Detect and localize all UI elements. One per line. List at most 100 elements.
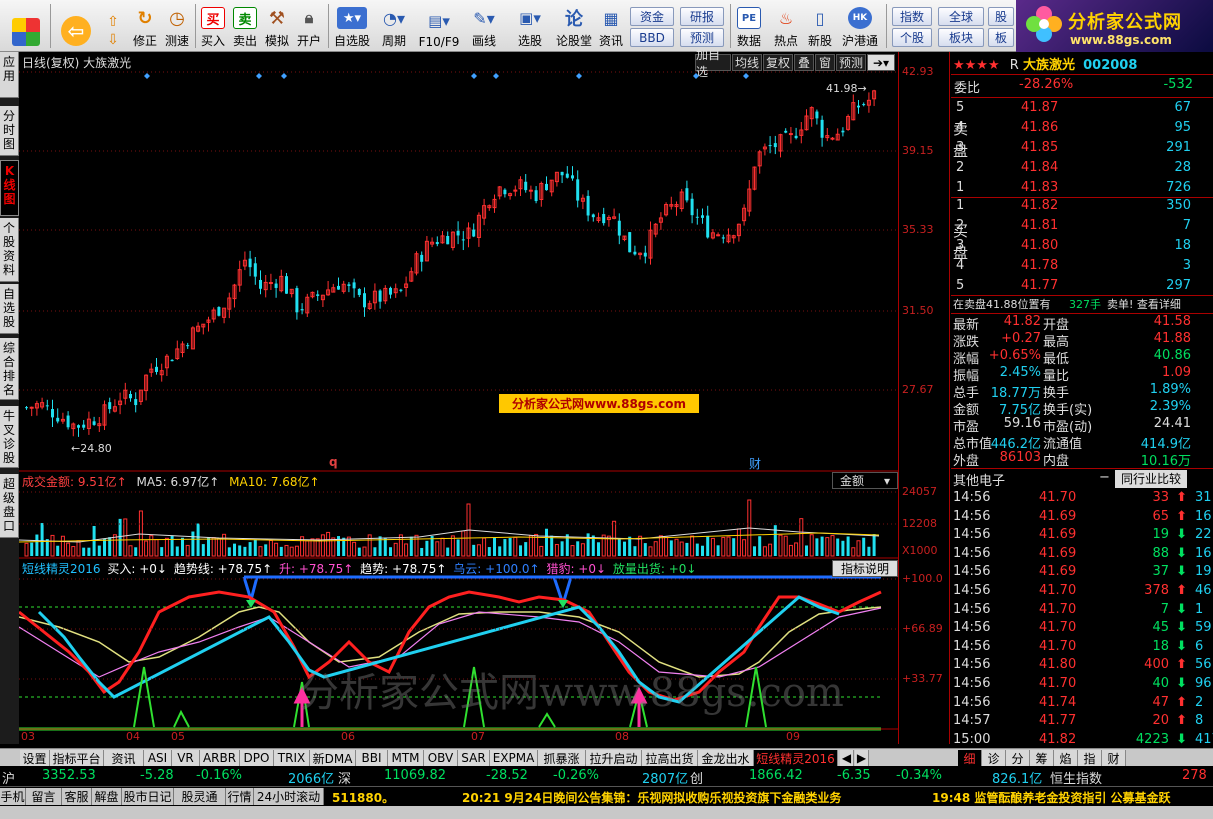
f10-button[interactable]: ▤▾ F10/F9 — [416, 3, 462, 49]
forecast-button[interactable]: 预测 — [680, 28, 724, 47]
quote-tab-0[interactable]: 细 — [958, 750, 982, 766]
tick-row[interactable]: 14:56 41.80 400 ⬆ — [951, 657, 1191, 676]
hotspot-button[interactable]: ♨ 热点 — [769, 3, 803, 49]
indicator-tab[interactable]: 短线精灵2016 — [754, 750, 838, 766]
scroll-left-icon[interactable]: ◀ — [840, 750, 854, 766]
tab-diagnosis[interactable]: 牛叉诊股 — [0, 406, 19, 468]
indicator-tab[interactable]: BBI — [356, 750, 388, 766]
volume-bar — [181, 537, 184, 556]
news-headline-1[interactable]: 20:21 9月24日晚间公告集锦：乐视网拟收购乐视投资旗下金融类业务 — [462, 789, 841, 806]
stock-picker-button[interactable]: ▣▾ 选股 — [508, 3, 552, 49]
news-button[interactable]: ▦ 资讯 — [596, 3, 626, 49]
status-button[interactable]: 手机 — [0, 788, 26, 805]
forum-button[interactable]: 论 论股堂 — [554, 3, 594, 49]
tab-super-quote[interactable]: 超级盘口 — [0, 474, 19, 538]
tick-row[interactable]: 14:57 41.77 20 ⬆ — [951, 713, 1191, 732]
tick-row[interactable]: 14:56 41.70 7 ⬇ — [951, 602, 1191, 621]
sector-button[interactable]: 板块 — [938, 28, 984, 47]
status-button[interactable]: 24小时滚动 — [254, 788, 324, 805]
indicator-tab[interactable]: 金龙出水 — [698, 750, 754, 766]
indicator-tab[interactable]: 资讯 — [104, 750, 144, 766]
tab-apps[interactable]: 应用 — [0, 52, 19, 98]
app-menu-button[interactable] — [6, 3, 46, 49]
simulate-button[interactable]: ⚒ 模拟 — [262, 3, 292, 49]
status-code[interactable]: 511880。 — [332, 789, 394, 806]
status-button[interactable]: 股灵通 — [174, 788, 226, 805]
tick-row[interactable]: 14:56 41.69 65 ⬆ — [951, 509, 1191, 528]
indicator-tab[interactable]: OBV — [424, 750, 458, 766]
quote-tab-5[interactable]: 指 — [1078, 750, 1102, 766]
sell-button[interactable]: 卖 卖出 — [230, 3, 260, 49]
stock-button[interactable]: 股 — [988, 7, 1014, 26]
tick-row[interactable]: 14:56 41.70 33 ⬆ — [951, 490, 1191, 509]
indicator-tab[interactable]: TRIX — [274, 750, 310, 766]
tab-kline[interactable]: K线图 — [0, 160, 19, 216]
status-button[interactable]: 行情 — [226, 788, 254, 805]
buy-button[interactable]: 买 买入 — [198, 3, 228, 49]
indicator-tab[interactable]: 拉高出货 — [642, 750, 698, 766]
indicator-tab[interactable]: 指标平台 — [50, 750, 104, 766]
quote-tab-6[interactable]: 财 — [1102, 750, 1126, 766]
indicator-tab[interactable]: VR — [172, 750, 200, 766]
news-headline-2[interactable]: 19:48 监管酝酿养老金投资指引 公募基金跃 — [932, 789, 1171, 806]
bbd-button[interactable]: BBD — [630, 28, 674, 47]
ipo-button[interactable]: ▯ 新股 — [805, 3, 835, 49]
tick-row[interactable]: 14:56 41.70 45 ⬇ — [951, 620, 1191, 639]
speed-test-button[interactable]: ◷ 测速 — [162, 3, 192, 49]
tab-stock-profile[interactable]: 个股资料 — [0, 218, 19, 282]
data-button[interactable]: PE 数据 — [734, 3, 764, 49]
board-button[interactable]: 板 — [988, 28, 1014, 47]
candle-body — [794, 135, 798, 139]
open-account-button[interactable]: 🔒︎ 开户 — [294, 3, 324, 49]
watchlist-button[interactable]: ★▾ 自选股 — [331, 3, 373, 49]
back-button[interactable]: ⇦ — [56, 3, 96, 49]
indicator-legend: 短线精灵2016 买入: +0↓ 趋势线: +78.75↑ 升: +78.75↑… — [22, 562, 697, 576]
updown-button[interactable]: ⇧ ⇩ — [100, 3, 126, 49]
single-stock-button[interactable]: 个股 — [892, 28, 932, 47]
scroll-right-icon[interactable]: ▶ — [855, 750, 869, 766]
quote-tab-2[interactable]: 分 — [1006, 750, 1030, 766]
buy-order-row: 4 41.78 3 — [951, 258, 1191, 277]
minus-icon[interactable]: − — [1099, 470, 1110, 485]
volume-type-select[interactable]: 金额 ▾ — [832, 472, 898, 489]
global-button[interactable]: 全球 — [938, 7, 984, 26]
indicator-tab[interactable]: DPO — [240, 750, 274, 766]
quote-tab-1[interactable]: 诊 — [982, 750, 1006, 766]
indicator-tab[interactable]: 拉升启动 — [586, 750, 642, 766]
fix-button[interactable]: ↻ 修正 — [128, 3, 162, 49]
indicator-tab[interactable]: SAR — [458, 750, 490, 766]
indicator-tab[interactable]: ARBR — [200, 750, 240, 766]
index-button[interactable]: 指数 — [892, 7, 932, 26]
draw-line-button[interactable]: ✎▾ 画线 — [463, 3, 505, 49]
indicator-tab[interactable]: MTM — [388, 750, 424, 766]
indicator-tab[interactable]: 抓暴涨 — [538, 750, 586, 766]
tick-row[interactable]: 14:56 41.74 47 ⬆ — [951, 695, 1191, 714]
indicator-tab[interactable]: 新DMA — [310, 750, 356, 766]
period-button[interactable]: ◔▾ 周期 — [375, 3, 413, 49]
status-button[interactable]: 股市日记 — [122, 788, 174, 805]
quote-tab-3[interactable]: 筹 — [1030, 750, 1054, 766]
indicator-help-button[interactable]: 指标说明 — [832, 560, 898, 577]
indicator-tab[interactable]: 设置 — [20, 750, 50, 766]
tab-ranking[interactable]: 综合排名 — [0, 338, 19, 400]
tick-row[interactable]: 14:56 41.70 40 ⬇ — [951, 676, 1191, 695]
tick-row[interactable]: 14:56 41.69 37 ⬇ — [951, 564, 1191, 583]
chart-area[interactable]: 日线(复权) 大族激光 加自选 均线 复权 叠 窗 预测 ➔▾ 41.98→ ←… — [19, 48, 899, 744]
tick-row[interactable]: 14:56 41.70 378 ⬆ — [951, 583, 1191, 602]
tab-intraday[interactable]: 分时图 — [0, 106, 19, 156]
hk-connect-button[interactable]: HK 沪港通 — [838, 3, 882, 49]
quote-tab-4[interactable]: 焰 — [1054, 750, 1078, 766]
volume-bar — [112, 534, 117, 557]
fund-button[interactable]: 资金 — [630, 7, 674, 26]
sector-compare-button[interactable]: 同行业比较 — [1115, 470, 1187, 488]
indicator-tab[interactable]: EXPMA — [490, 750, 538, 766]
status-button[interactable]: 客服 — [62, 788, 92, 805]
tab-watchlist[interactable]: 自选股 — [0, 284, 19, 334]
tick-row[interactable]: 14:56 41.69 88 ⬇ — [951, 546, 1191, 565]
indicator-tab[interactable]: ASI — [144, 750, 172, 766]
tick-row[interactable]: 14:56 41.69 19 ⬇ — [951, 527, 1191, 546]
status-button[interactable]: 解盘 — [92, 788, 122, 805]
tick-row[interactable]: 14:56 41.70 18 ⬇ — [951, 639, 1191, 658]
research-button[interactable]: 研报 — [680, 7, 724, 26]
status-button[interactable]: 留言 — [26, 788, 62, 805]
